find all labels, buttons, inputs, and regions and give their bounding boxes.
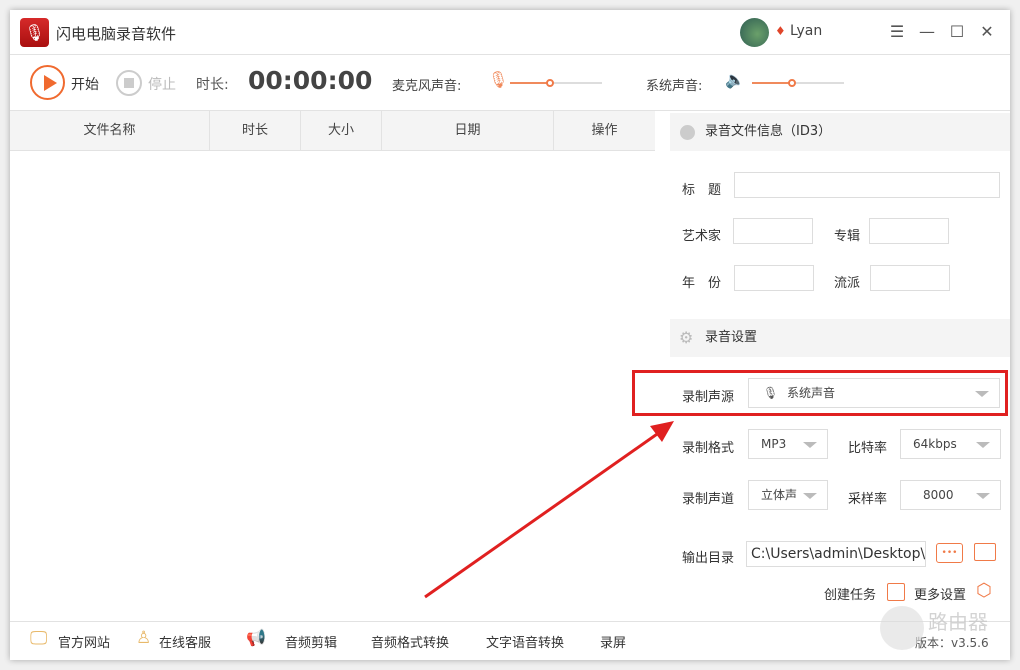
arrow-shaft bbox=[425, 432, 660, 597]
annotation-arrow bbox=[0, 0, 1020, 670]
arrow-head bbox=[650, 421, 674, 442]
